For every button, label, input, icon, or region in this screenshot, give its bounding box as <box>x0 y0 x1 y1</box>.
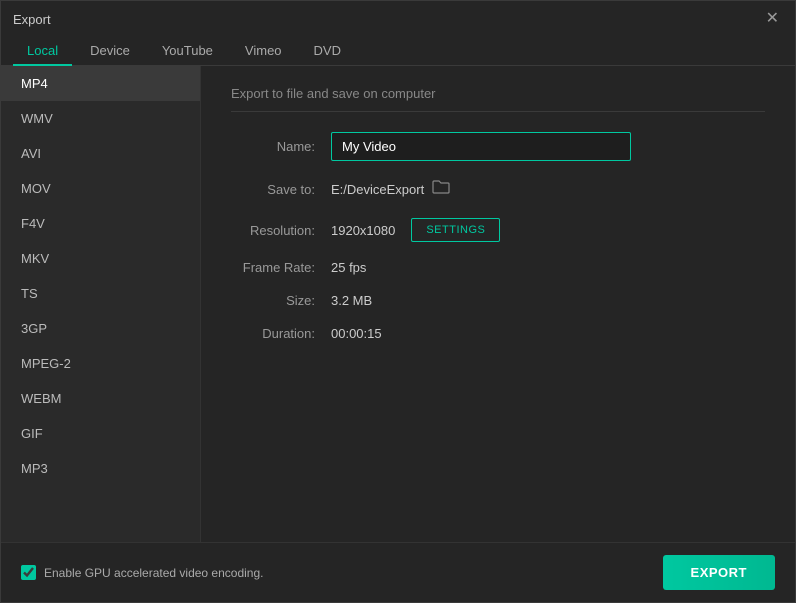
export-window: Export ✕ Local Device YouTube Vimeo DVD … <box>0 0 796 603</box>
save-to-label: Save to: <box>231 182 331 197</box>
sidebar-item-3gp[interactable]: 3GP <box>1 311 200 346</box>
sidebar-item-mp4[interactable]: MP4 <box>1 66 200 101</box>
format-sidebar: MP4 WMV AVI MOV F4V MKV TS 3GP <box>1 66 201 542</box>
sidebar-item-mkv[interactable]: MKV <box>1 241 200 276</box>
name-input[interactable] <box>331 132 631 161</box>
window-title: Export <box>13 12 51 27</box>
gpu-checkbox[interactable] <box>21 565 36 580</box>
panel-title: Export to file and save on computer <box>231 86 765 112</box>
footer: Enable GPU accelerated video encoding. E… <box>1 542 795 602</box>
tab-youtube[interactable]: YouTube <box>148 37 227 66</box>
resolution-value: 1920x1080 <box>331 223 395 238</box>
settings-button[interactable]: SETTINGS <box>411 218 500 242</box>
sidebar-item-wmv[interactable]: WMV <box>1 101 200 136</box>
close-button[interactable]: ✕ <box>762 9 783 29</box>
folder-icon[interactable] <box>432 179 450 200</box>
size-label: Size: <box>231 293 331 308</box>
frame-rate-row: Frame Rate: 25 fps <box>231 260 765 275</box>
tab-device[interactable]: Device <box>76 37 144 66</box>
export-button[interactable]: EXPORT <box>663 555 775 590</box>
size-value: 3.2 MB <box>331 293 372 308</box>
tab-bar: Local Device YouTube Vimeo DVD <box>1 37 795 66</box>
sidebar-item-gif[interactable]: GIF <box>1 416 200 451</box>
main-content: MP4 WMV AVI MOV F4V MKV TS 3GP <box>1 66 795 542</box>
duration-row: Duration: 00:00:15 <box>231 326 765 341</box>
duration-value: 00:00:15 <box>331 326 382 341</box>
sidebar-item-mov[interactable]: MOV <box>1 171 200 206</box>
frame-rate-value: 25 fps <box>331 260 366 275</box>
sidebar-item-mpeg2[interactable]: MPEG-2 <box>1 346 200 381</box>
duration-label: Duration: <box>231 326 331 341</box>
resolution-row: Resolution: 1920x1080 SETTINGS <box>231 218 765 242</box>
save-to-row: Save to: E:/DeviceExport <box>231 179 765 200</box>
size-row: Size: 3.2 MB <box>231 293 765 308</box>
sidebar-item-ts[interactable]: TS <box>1 276 200 311</box>
tab-dvd[interactable]: DVD <box>300 37 355 66</box>
save-to-path: E:/DeviceExport <box>331 182 424 197</box>
tab-local[interactable]: Local <box>13 37 72 66</box>
frame-rate-label: Frame Rate: <box>231 260 331 275</box>
tab-vimeo[interactable]: Vimeo <box>231 37 296 66</box>
sidebar-item-f4v[interactable]: F4V <box>1 206 200 241</box>
gpu-label-text: Enable GPU accelerated video encoding. <box>44 566 263 580</box>
save-to-container: E:/DeviceExport <box>331 179 450 200</box>
resolution-container: 1920x1080 SETTINGS <box>331 218 500 242</box>
sidebar-item-avi[interactable]: AVI <box>1 136 200 171</box>
name-label: Name: <box>231 139 331 154</box>
sidebar-item-webm[interactable]: WEBM <box>1 381 200 416</box>
title-bar: Export ✕ <box>1 1 795 37</box>
resolution-label: Resolution: <box>231 223 331 238</box>
name-row: Name: <box>231 132 765 161</box>
sidebar-item-mp3[interactable]: MP3 <box>1 451 200 486</box>
export-panel: Export to file and save on computer Name… <box>201 66 795 542</box>
gpu-checkbox-label[interactable]: Enable GPU accelerated video encoding. <box>21 565 263 580</box>
